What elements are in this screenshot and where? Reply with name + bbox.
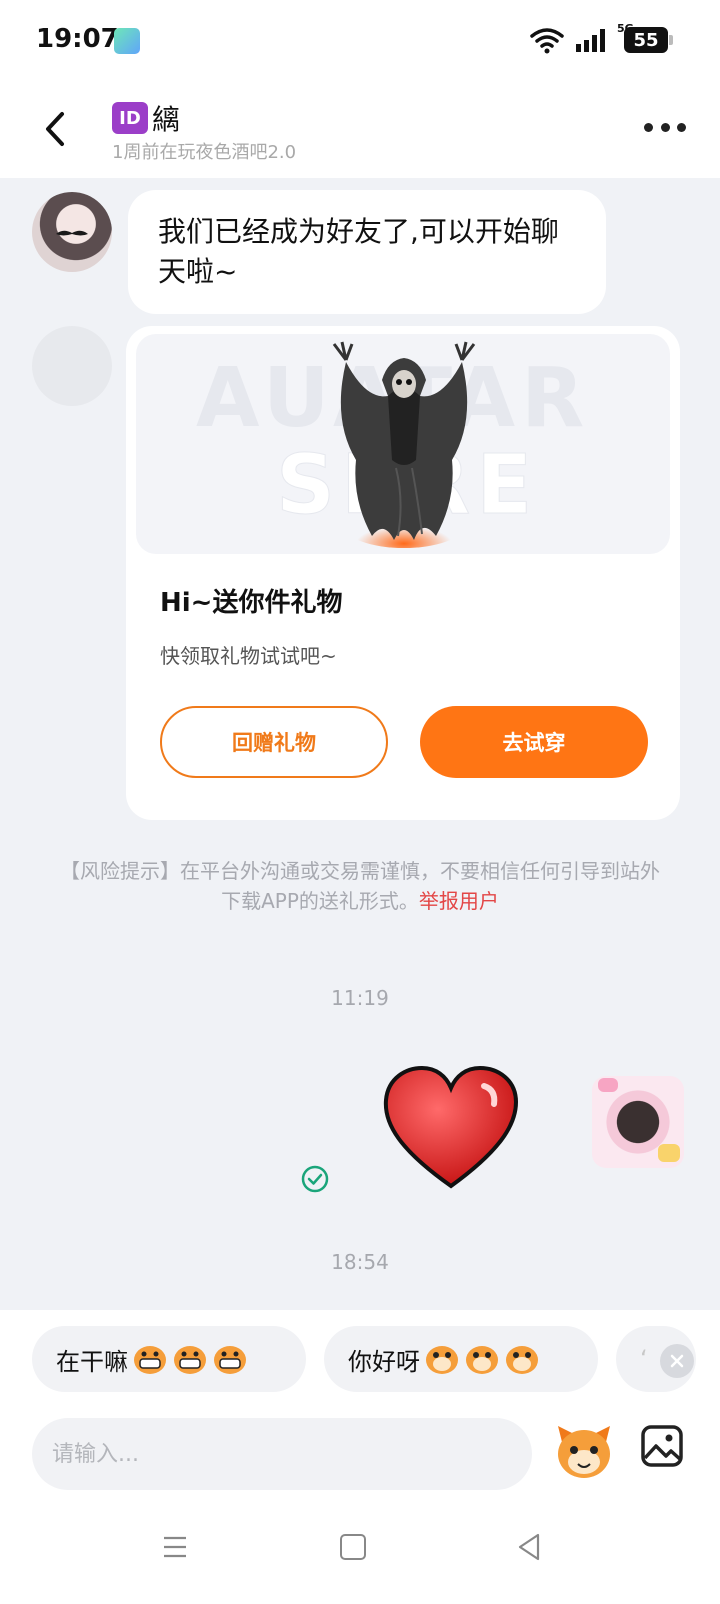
quick-reply-chip[interactable]: 在干嘛 xyxy=(32,1326,306,1392)
menu-icon[interactable] xyxy=(162,1534,188,1560)
heart-sticker[interactable] xyxy=(380,1064,522,1194)
battery-icon: 55 xyxy=(624,27,673,53)
system-nav-bar xyxy=(0,1512,720,1604)
status-time: 19:07 xyxy=(36,24,119,54)
gift-image[interactable]: AUATAR SPRE xyxy=(136,334,670,554)
chat-header: ID 縭 1周前在玩夜色酒吧2.0 xyxy=(0,82,720,178)
my-avatar[interactable] xyxy=(592,1076,684,1168)
smile-emoji-icon xyxy=(466,1346,498,1374)
close-icon[interactable] xyxy=(660,1344,694,1378)
friend-avatar-placeholder xyxy=(32,326,112,406)
return-gift-button[interactable]: 回赠礼物 xyxy=(160,706,388,778)
contact-activity: 1周前在玩夜色酒吧2.0 xyxy=(112,142,297,163)
delivered-check-icon xyxy=(301,1165,329,1193)
status-icons: 5G 55 xyxy=(530,22,673,56)
quick-reply-label: 你好呀 xyxy=(348,1347,420,1376)
signal-icon: 5G xyxy=(574,22,634,54)
risk-notice: 【风险提示】在平台外沟通或交易需谨慎，不要相信任何引导到站外下载APP的送礼形式… xyxy=(60,856,660,916)
quick-reply-chip[interactable]: 你好呀 xyxy=(324,1326,598,1392)
status-bar: 19:07 5G 55 xyxy=(0,0,720,82)
timestamp: 18:54 xyxy=(331,1250,389,1274)
contact-title[interactable]: ID 縭 xyxy=(112,98,180,138)
quick-reply-bar: 在干嘛 你好呀 ‘ xyxy=(0,1310,720,1404)
emoji-picker-icon[interactable] xyxy=(554,1422,614,1482)
smile-emoji-icon xyxy=(426,1346,458,1374)
gift-card[interactable]: AUATAR SPRE Hi~送你件礼物 快领取礼物试试吧 xyxy=(126,326,680,820)
risk-notice-text: 【风险提示】在平台外沟通或交易需谨慎，不要相信任何引导到站外下载APP的送礼形式… xyxy=(60,859,660,913)
grin-emoji-icon xyxy=(214,1346,246,1374)
reaper-costume-image xyxy=(332,341,476,548)
grin-emoji-icon xyxy=(174,1346,206,1374)
quick-reply-label: 在干嘛 xyxy=(56,1347,128,1376)
wifi-icon xyxy=(530,28,564,54)
input-bar xyxy=(0,1404,720,1512)
timestamp: 11:19 xyxy=(331,986,389,1010)
smile-emoji-icon xyxy=(506,1346,538,1374)
back-arrow-icon[interactable] xyxy=(36,104,76,154)
home-icon[interactable] xyxy=(340,1534,366,1560)
app-notification-icon xyxy=(114,28,140,54)
id-badge: ID xyxy=(112,102,148,134)
grin-emoji-icon xyxy=(134,1346,166,1374)
try-on-button[interactable]: 去试穿 xyxy=(420,706,648,778)
contact-name: 縭 xyxy=(152,103,181,136)
friend-avatar[interactable] xyxy=(32,192,112,272)
nav-back-icon[interactable] xyxy=(516,1532,542,1562)
friend-message-bubble[interactable]: 我们已经成为好友了,可以开始聊天啦~ xyxy=(128,190,606,314)
chat-area[interactable]: 我们已经成为好友了,可以开始聊天啦~ AUATAR SPRE xyxy=(0,178,720,1310)
more-dots-icon[interactable] xyxy=(644,112,686,142)
gift-title: Hi~送你件礼物 xyxy=(160,588,343,618)
message-input[interactable] xyxy=(32,1418,532,1490)
gift-description: 快领取礼物试试吧~ xyxy=(160,644,337,668)
battery-level: 55 xyxy=(633,29,659,51)
quick-reply-label: ‘ xyxy=(640,1345,648,1373)
image-picker-icon[interactable] xyxy=(640,1424,684,1468)
report-user-link[interactable]: 举报用户 xyxy=(419,889,499,913)
